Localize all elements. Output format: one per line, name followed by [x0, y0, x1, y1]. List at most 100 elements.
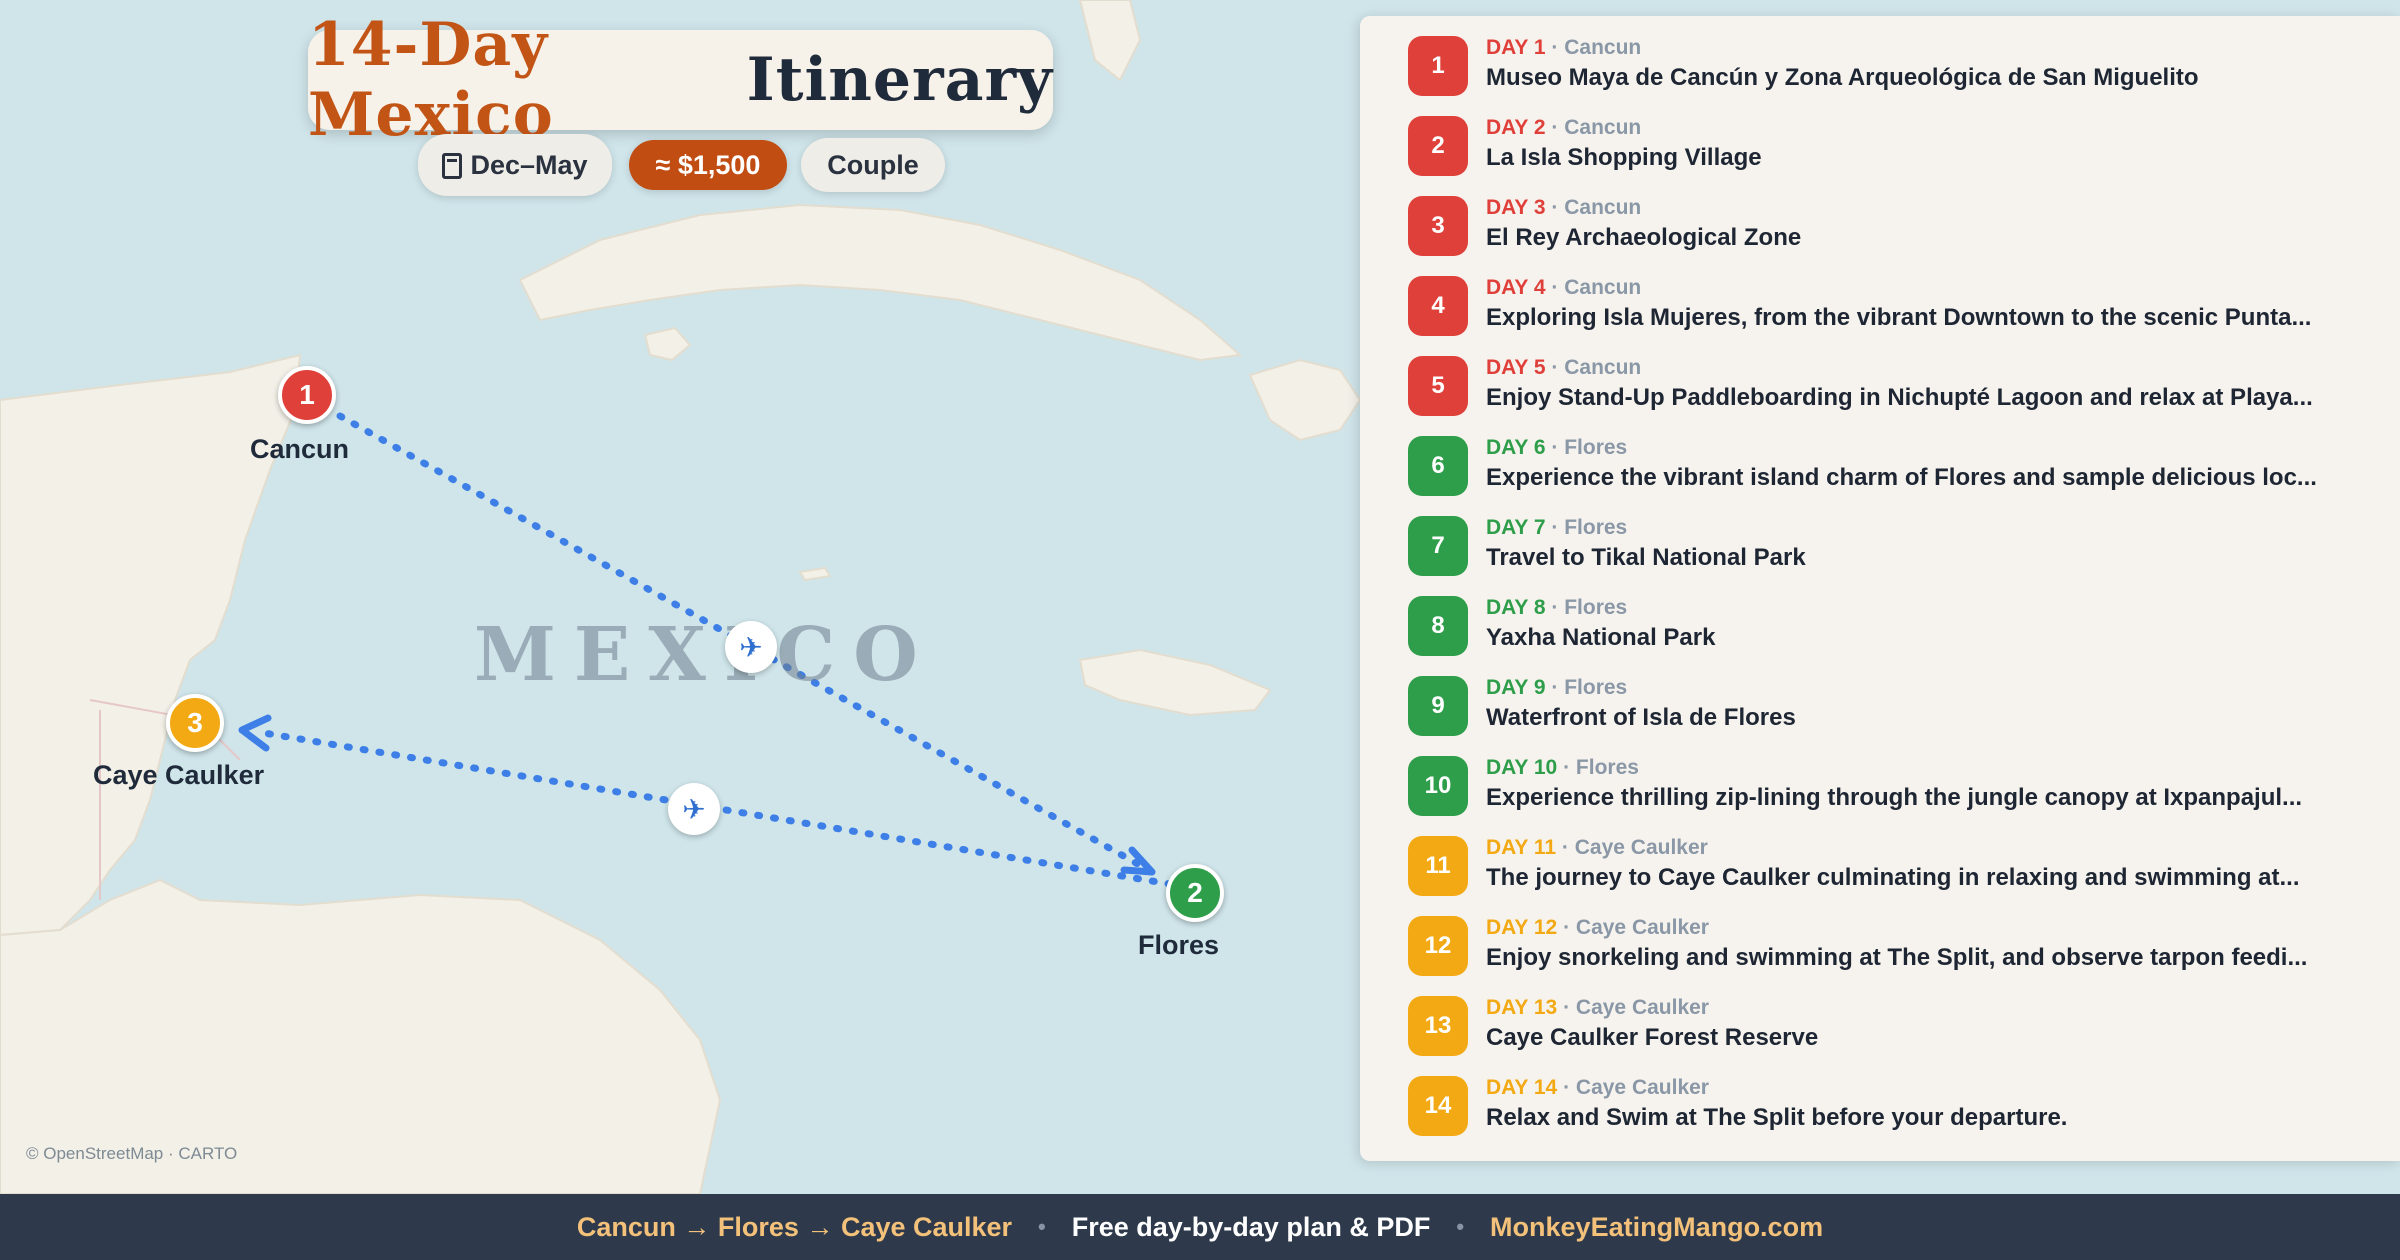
- calendar-icon: [442, 153, 463, 179]
- day-number-badge: 5: [1408, 356, 1468, 416]
- itinerary-day-item[interactable]: 5 DAY 5 · Cancun Enjoy Stand-Up Paddleboar…: [1384, 334, 2384, 416]
- day-separator: ·: [1545, 676, 1565, 699]
- day-location: Flores: [1564, 676, 1628, 699]
- day-activity-title: The journey to Caye Caulker culminating …: [1486, 864, 2300, 891]
- day-location: Flores: [1564, 436, 1628, 459]
- budget-label: ≈ $1,500: [655, 149, 761, 180]
- day-label: DAY 6: [1486, 436, 1546, 459]
- day-header: DAY 7 · Flores: [1486, 516, 1627, 540]
- day-location: Caye Caulker: [1575, 916, 1709, 939]
- day-label: DAY 7: [1486, 516, 1546, 539]
- day-location: Flores: [1564, 596, 1628, 619]
- place-label-flores: Flores: [1138, 930, 1220, 960]
- map-attribution: © OpenStreetMap · CARTO: [26, 1144, 238, 1163]
- day-header: DAY 8 · Flores: [1486, 596, 1627, 620]
- itinerary-day-item[interactable]: 6 DAY 6 · Flores Experience the vibrant is…: [1384, 414, 2384, 496]
- day-header: DAY 10 · Flores: [1486, 756, 1639, 780]
- day-number-badge: 6: [1408, 436, 1468, 496]
- day-header: DAY 3 · Cancun: [1486, 196, 1641, 220]
- itinerary-day-item[interactable]: 1 DAY 1 · Cancun Museo Maya de Cancún y Zo…: [1384, 14, 2384, 96]
- day-label: DAY 9: [1486, 676, 1546, 699]
- footer-route: Cancun → Flores → Caye Caulker: [576, 1211, 1013, 1242]
- day-location: Caye Caulker: [1575, 996, 1709, 1019]
- day-header: DAY 1 · Cancun: [1486, 36, 1641, 60]
- day-number-badge: 12: [1408, 916, 1468, 976]
- day-label: DAY 3: [1486, 196, 1546, 219]
- itinerary-day-item[interactable]: 4 DAY 4 · Cancun Exploring Isla Mujeres, f…: [1384, 254, 2384, 336]
- day-separator: ·: [1557, 996, 1576, 1019]
- day-separator: ·: [1545, 516, 1565, 539]
- day-header: DAY 6 · Flores: [1486, 436, 1627, 460]
- itinerary-day-item[interactable]: 8 DAY 8 · Flores Yaxha National Park: [1384, 574, 2384, 656]
- day-number-badge: 8: [1408, 596, 1468, 656]
- day-separator: ·: [1545, 276, 1565, 299]
- day-activity-title: Museo Maya de Cancún y Zona Arqueológica…: [1486, 64, 2199, 91]
- itinerary-day-item[interactable]: 7 DAY 7 · Flores Travel to Tikal National …: [1384, 494, 2384, 576]
- traveler-type-pill: Couple: [801, 138, 945, 192]
- country-label: MEXICO: [474, 612, 936, 698]
- page-title: 14-Day Mexico Itinerary: [308, 10, 1053, 150]
- footer-site-link[interactable]: MonkeyEatingMango.com: [1490, 1212, 1823, 1243]
- day-activity-title: Enjoy Stand-Up Paddleboarding in Nichupt…: [1486, 384, 2313, 411]
- day-number-badge: 7: [1408, 516, 1468, 576]
- footer-separator: •: [1456, 1214, 1465, 1239]
- day-number-badge: 14: [1408, 1076, 1468, 1136]
- day-label: DAY 12: [1486, 916, 1558, 939]
- day-header: DAY 9 · Flores: [1486, 676, 1627, 700]
- day-separator: ·: [1545, 36, 1565, 59]
- place-label-caye-caulker: Caye Caulker: [93, 760, 265, 790]
- title-part-1: 14-Day Mexico: [308, 10, 554, 150]
- day-activity-title: Exploring Isla Mujeres, from the vibrant…: [1486, 304, 2312, 331]
- day-activity-title: El Rey Archaeological Zone: [1486, 224, 1802, 251]
- itinerary-day-item[interactable]: 10 DAY 10 · Flores Experience thrilling zi…: [1384, 734, 2384, 816]
- day-number-badge: 1: [1408, 36, 1468, 96]
- footer-separator: •: [1038, 1214, 1046, 1239]
- day-activity-title: Experience the vibrant island charm of F…: [1486, 464, 2317, 491]
- day-location: Cancun: [1564, 196, 1642, 219]
- day-separator: ·: [1556, 836, 1575, 859]
- day-location: Caye Caulker: [1575, 1076, 1709, 1099]
- day-header: DAY 4 · Cancun: [1486, 276, 1641, 300]
- itinerary-day-item[interactable]: 14 DAY 14 · Caye Caulker Relax and Swim at…: [1384, 1054, 2384, 1136]
- day-separator: ·: [1557, 916, 1576, 939]
- itinerary-day-item[interactable]: 12 DAY 12 · Caye Caulker Enjoy snorkeling …: [1384, 894, 2384, 976]
- itinerary-day-item[interactable]: 9 DAY 9 · Flores Waterfront of Isla de Flo…: [1384, 654, 2384, 736]
- day-header: DAY 5 · Cancun: [1486, 356, 1641, 380]
- day-location: Cancun: [1564, 116, 1642, 139]
- itinerary-day-item[interactable]: 11 DAY 11 · Caye Caulker The journey to Ca…: [1384, 814, 2384, 896]
- map-marker-flores[interactable]: 2: [1166, 864, 1224, 922]
- map-marker-cancun[interactable]: 1: [278, 366, 336, 424]
- day-header: DAY 14 · Caye Caulker: [1486, 1076, 1709, 1100]
- map-marker-caye-caulker[interactable]: 3: [166, 694, 224, 752]
- day-label: DAY 13: [1486, 996, 1558, 1019]
- day-header: DAY 12 · Caye Caulker: [1486, 916, 1709, 940]
- day-number-badge: 10: [1408, 756, 1468, 816]
- itinerary-panel: 1 DAY 1 · Cancun Museo Maya de Cancún y Zo…: [1360, 16, 2400, 1161]
- day-number-badge: 3: [1408, 196, 1468, 256]
- day-number-badge: 11: [1408, 836, 1468, 896]
- day-label: DAY 4: [1486, 276, 1546, 299]
- season-pill: Dec–May: [418, 134, 612, 196]
- day-location: Flores: [1575, 756, 1639, 779]
- day-number-badge: 9: [1408, 676, 1468, 736]
- day-separator: ·: [1557, 756, 1576, 779]
- day-label: DAY 14: [1486, 1076, 1558, 1099]
- day-label: DAY 8: [1486, 596, 1546, 619]
- day-activity-title: Relax and Swim at The Split before your …: [1486, 1104, 2068, 1131]
- day-location: Cancun: [1564, 276, 1642, 299]
- itinerary-day-item[interactable]: 3 DAY 3 · Cancun El Rey Archaeological Zon…: [1384, 174, 2384, 256]
- day-location: Caye Caulker: [1574, 836, 1708, 859]
- day-header: DAY 13 · Caye Caulker: [1486, 996, 1709, 1020]
- itinerary-day-item[interactable]: 2 DAY 2 · Cancun La Isla Shopping Village: [1384, 94, 2384, 176]
- day-label: DAY 2: [1486, 116, 1546, 139]
- itinerary-day-item[interactable]: 13 DAY 13 · Caye Caulker Caye Caulker Fore…: [1384, 974, 2384, 1056]
- airplane-icon: ✈: [725, 621, 777, 673]
- day-label: DAY 10: [1486, 756, 1558, 779]
- footer-bar: Cancun → Flores → Caye Caulker • Free da…: [0, 1194, 2400, 1260]
- title-part-2: Itinerary: [746, 45, 1053, 115]
- day-location: Cancun: [1564, 356, 1642, 379]
- day-header: DAY 11 · Caye Caulker: [1486, 836, 1708, 860]
- season-label: Dec–May: [470, 149, 588, 180]
- traveler-type-label: Couple: [827, 149, 919, 180]
- day-location: Flores: [1564, 516, 1628, 539]
